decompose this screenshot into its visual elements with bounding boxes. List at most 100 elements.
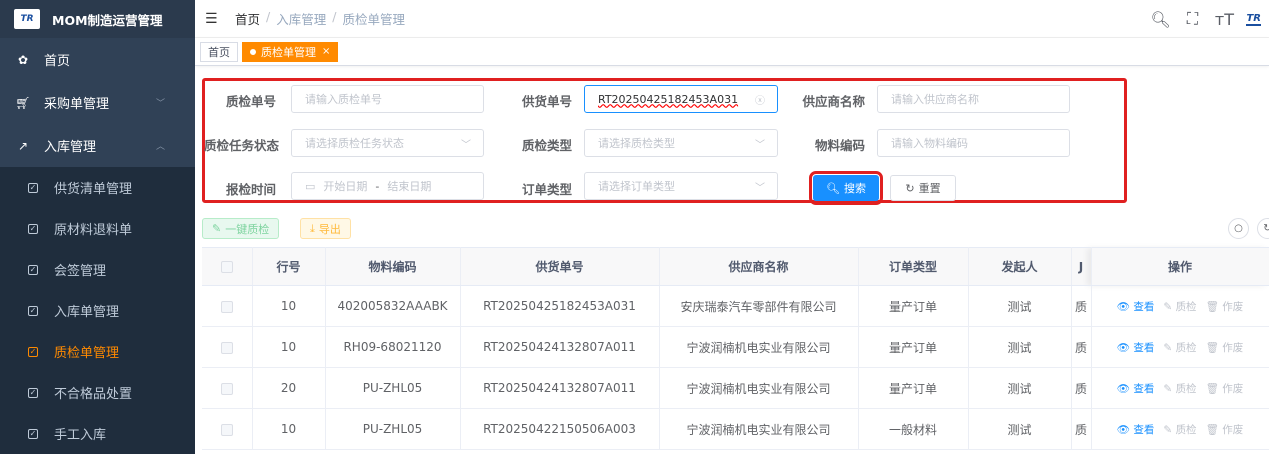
cell-initiator: 测试 [968, 285, 1072, 327]
hamburger-icon[interactable]: ☰ [205, 11, 219, 27]
user-avatar[interactable]: TR [1246, 13, 1261, 26]
void-button[interactable]: 🗑︎ 作废 [1206, 422, 1244, 437]
sidebar-item-countersign[interactable]: ✓ 会签管理 [0, 249, 195, 290]
one-click-qc-button[interactable]: ✎ 一键质检 [202, 218, 280, 239]
view-button[interactable]: 👁︎ 查看 [1117, 340, 1155, 355]
supplier-input[interactable]: 请输入供应商名称 [877, 85, 1070, 113]
void-button[interactable]: 🗑︎ 作废 [1206, 299, 1244, 314]
col-header-material: 物料编码 [325, 247, 461, 286]
cell-line: 10 [252, 326, 326, 368]
navbar-actions: 🔍︎ ⛶ ᴛT TR [1150, 0, 1261, 38]
select-cell[interactable] [202, 367, 253, 409]
row-checkbox[interactable] [220, 341, 233, 354]
select-cell[interactable] [202, 326, 253, 368]
reset-button[interactable]: ↻ 重置 [890, 175, 956, 201]
active-dot-icon [250, 48, 256, 55]
view-button[interactable]: 👁︎ 查看 [1117, 422, 1155, 437]
breadcrumb-separator: / [266, 9, 271, 24]
void-button[interactable]: 🗑︎ 作废 [1206, 340, 1244, 355]
checkbox-icon: ✓ [28, 264, 38, 275]
sidebar-item-supply-list[interactable]: ✓ 供货清单管理 [0, 167, 195, 208]
qc-label: 质检 [1175, 341, 1197, 354]
table-row[interactable]: 10 PU-ZHL05 RT20250422150506A003 宁波润楠机电实业有限… [202, 408, 1269, 450]
qc-table: 行号 物料编码 供货单号 供应商名称 订单类型 发起人 J 操作 10 40200… [202, 247, 1269, 450]
sidebar-item-label: 会签管理 [54, 264, 107, 279]
time-label: 报检时间 [225, 182, 276, 197]
task-status-select[interactable]: 请选择质检任务状态 ﹀ [291, 129, 484, 157]
sidebar: TR MOM制造运营管理 ✿ 首页 🛒︎ 采购单管理 ﹀ ↗ 入库管理 ︿ ✓ 供… [0, 0, 195, 454]
select-all-header[interactable] [202, 247, 253, 286]
cell-truncated: 质 [1071, 285, 1092, 327]
cell-line: 10 [252, 285, 326, 327]
void-label: 作废 [1222, 382, 1244, 395]
qc-no-input[interactable]: 请输入质检单号 [291, 85, 484, 113]
qc-button[interactable]: ✎ 质检 [1163, 422, 1196, 437]
cell-material: PU-ZHL05 [325, 367, 461, 409]
toggle-search-button[interactable]: ○ [1228, 218, 1249, 239]
qc-button[interactable]: ✎ 质检 [1163, 299, 1196, 314]
cell-order-type: 量产订单 [858, 326, 969, 368]
void-button[interactable]: 🗑︎ 作废 [1206, 381, 1244, 396]
checkbox-icon: ✓ [28, 305, 38, 316]
search-icon[interactable]: 🔍︎ [1150, 10, 1170, 29]
checkbox-icon: ✓ [28, 346, 38, 357]
row-checkbox[interactable] [220, 382, 233, 395]
export-button[interactable]: ⤓ 导出 [300, 218, 351, 239]
supply-no-input[interactable]: RT20250425182453A031 ⓧ [584, 85, 778, 113]
cell-ops: 👁︎ 查看 ✎ 质检 🗑︎ 作废 [1091, 285, 1269, 327]
col-header-truncated: J [1071, 247, 1092, 286]
cell-supplier: 宁波润楠机电实业有限公司 [659, 367, 859, 409]
cell-line: 10 [252, 408, 326, 450]
table-header-row: 行号 物料编码 供货单号 供应商名称 订单类型 发起人 J 操作 [202, 247, 1269, 286]
sidebar-item-label: 原材料退料单 [54, 223, 133, 238]
material-input[interactable]: 请输入物料编码 [877, 129, 1070, 157]
sidebar-item-qc-order[interactable]: ✓ 质检单管理 [0, 331, 195, 372]
row-checkbox[interactable] [220, 300, 233, 313]
breadcrumb-inbound: 入库管理 [276, 12, 327, 27]
search-button[interactable]: 🔍︎ 搜索 [809, 171, 883, 205]
view-button[interactable]: 👁︎ 查看 [1117, 299, 1155, 314]
app-title: MOM制造运营管理 [52, 12, 163, 28]
sidebar-item-manual-inbound[interactable]: ✓ 手工入库 [0, 413, 195, 454]
brand[interactable]: TR MOM制造运营管理 [0, 0, 195, 38]
qc-button[interactable]: ✎ 质检 [1163, 340, 1196, 355]
tag-qc-order[interactable]: 质检单管理 × [242, 41, 339, 62]
sidebar-item-material-return[interactable]: ✓ 原材料退料单 [0, 208, 195, 249]
cell-supplier: 宁波润楠机电实业有限公司 [659, 408, 859, 450]
fullscreen-icon[interactable]: ⛶ [1182, 9, 1202, 29]
breadcrumb-home[interactable]: 首页 [235, 9, 260, 28]
table-row[interactable]: 10 402005832AAABK RT20250425182453A031 安庆瑞泰… [202, 285, 1269, 327]
qc-type-select[interactable]: 请选择质检类型 ﹀ [584, 129, 778, 157]
close-icon[interactable]: × [322, 46, 330, 57]
void-label: 作废 [1222, 341, 1244, 354]
order-type-select[interactable]: 请选择订单类型 ﹀ [584, 172, 778, 200]
qc-label: 质检 [1175, 382, 1197, 395]
table-row[interactable]: 10 RH09-68021120 RT20250424132807A011 宁波润楠机… [202, 326, 1269, 368]
select-cell[interactable] [202, 408, 253, 450]
sidebar-item-inbound[interactable]: ↗ 入库管理 ︿ [0, 124, 195, 167]
sidebar-item-inbound-order[interactable]: ✓ 入库单管理 [0, 290, 195, 331]
view-button[interactable]: 👁︎ 查看 [1117, 381, 1155, 396]
select-all-checkbox[interactable] [220, 261, 233, 273]
refresh-button[interactable]: ↻ [1257, 218, 1269, 239]
placeholder: 请输入物料编码 [891, 137, 968, 150]
row-actions: 👁︎ 查看 ✎ 质检 🗑︎ 作废 [1092, 299, 1269, 314]
qc-button[interactable]: ✎ 质检 [1163, 381, 1196, 396]
font-size-icon[interactable]: ᴛT [1214, 10, 1234, 29]
row-checkbox[interactable] [220, 423, 233, 436]
tag-home[interactable]: 首页 [200, 41, 238, 62]
placeholder: 请输入质检单号 [305, 93, 382, 106]
table-row[interactable]: 20 PU-ZHL05 RT20250424132807A011 宁波润楠机电实业有限… [202, 367, 1269, 409]
col-header-supplier: 供应商名称 [659, 247, 859, 286]
cell-truncated: 质 [1071, 326, 1092, 368]
view-label: 查看 [1133, 423, 1155, 436]
clear-icon[interactable]: ⓧ [755, 92, 765, 107]
sidebar-item-purchase[interactable]: 🛒︎ 采购单管理 ﹀ [0, 81, 195, 124]
col-header-line: 行号 [252, 247, 326, 286]
sidebar-item-home[interactable]: ✿ 首页 [0, 38, 195, 81]
sidebar-item-nonconforming[interactable]: ✓ 不合格品处置 [0, 372, 195, 413]
cell-material: PU-ZHL05 [325, 408, 461, 450]
date-range-picker[interactable]: ▭ 开始日期 - 结束日期 [291, 172, 484, 200]
select-cell[interactable] [202, 285, 253, 327]
cell-initiator: 测试 [968, 408, 1072, 450]
